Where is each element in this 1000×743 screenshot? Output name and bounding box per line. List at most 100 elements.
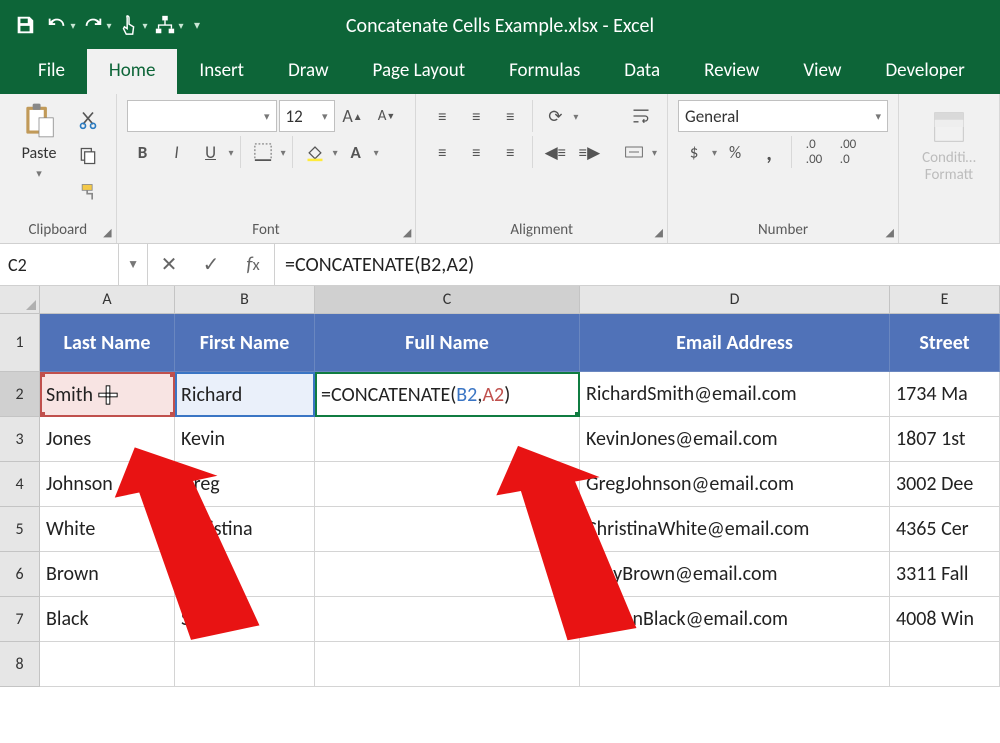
cell[interactable]: Johnson [40, 462, 175, 507]
cell[interactable] [315, 597, 580, 642]
cell-a2[interactable]: Smith [40, 372, 175, 417]
col-header-d[interactable]: D [580, 286, 890, 313]
row-header-1[interactable]: 1 [0, 314, 40, 372]
cell[interactable]: Sharon [175, 597, 315, 642]
tab-data[interactable]: Data [602, 49, 682, 94]
underline-button[interactable]: U [195, 136, 227, 168]
cell[interactable]: 4008 Win [890, 597, 1000, 642]
undo-icon[interactable] [44, 8, 78, 42]
format-painter-icon[interactable] [72, 176, 104, 208]
cell[interactable]: AmyBrown@email.com [580, 552, 890, 597]
enter-formula-icon[interactable]: ✓ [190, 244, 232, 285]
cell[interactable]: White [40, 507, 175, 552]
font-name-combo[interactable]: ▾ [127, 100, 277, 132]
cell-d2[interactable]: RichardSmith@email.com [580, 372, 890, 417]
align-right-icon[interactable]: ≡ [494, 136, 526, 168]
bold-button[interactable]: B [127, 136, 159, 168]
decrease-indent-icon[interactable]: ◀≡ [539, 136, 571, 168]
touch-mode-icon[interactable] [116, 8, 150, 42]
cell[interactable] [890, 642, 1000, 687]
cut-icon[interactable] [72, 104, 104, 136]
row-header[interactable]: 6 [0, 552, 40, 597]
align-top-icon[interactable]: ≡ [426, 100, 458, 132]
tab-formulas[interactable]: Formulas [487, 49, 602, 94]
cell[interactable]: 3002 Dee [890, 462, 1000, 507]
cell[interactable]: 4365 Cer [890, 507, 1000, 552]
cell-b2[interactable]: Richard [175, 372, 315, 417]
dialog-launcher-icon[interactable]: ◢ [403, 226, 411, 239]
cell[interactable]: ChristinaWhite@email.com [580, 507, 890, 552]
header-email[interactable]: Email Address [580, 314, 890, 372]
increase-decimal-icon[interactable]: .0.00 [798, 136, 830, 168]
cell[interactable]: 3311 Fall [890, 552, 1000, 597]
orientation-icon[interactable]: ⟳ [539, 100, 571, 132]
col-header-c[interactable]: C [315, 286, 580, 313]
row-header[interactable]: 5 [0, 507, 40, 552]
font-color-icon[interactable]: A [340, 136, 372, 168]
cell[interactable]: Christina [175, 507, 315, 552]
row-header[interactable]: 3 [0, 417, 40, 462]
cell[interactable]: KevinJones@email.com [580, 417, 890, 462]
header-last-name[interactable]: Last Name [40, 314, 175, 372]
increase-font-icon[interactable]: A▲ [337, 100, 369, 132]
wrap-text-icon[interactable] [625, 100, 657, 132]
cell[interactable]: GregJohnson@email.com [580, 462, 890, 507]
tab-review[interactable]: Review [682, 49, 781, 94]
cell[interactable] [315, 462, 580, 507]
chevron-down-icon[interactable]: ▼ [118, 244, 139, 285]
tab-page-layout[interactable]: Page Layout [351, 49, 488, 94]
row-header[interactable]: 8 [0, 642, 40, 687]
cell[interactable] [580, 642, 890, 687]
fx-icon[interactable]: fx [232, 244, 274, 285]
currency-icon[interactable]: $ [678, 136, 710, 168]
align-middle-icon[interactable]: ≡ [460, 100, 492, 132]
formula-input[interactable]: =CONCATENATE(B2,A2) [275, 244, 1000, 285]
align-center-icon[interactable]: ≡ [460, 136, 492, 168]
merge-center-icon[interactable] [618, 136, 650, 168]
header-street[interactable]: Street [890, 314, 1000, 372]
cell[interactable] [315, 417, 580, 462]
paste-button[interactable]: Paste ▾ [10, 100, 68, 217]
tab-view[interactable]: View [781, 49, 863, 94]
italic-button[interactable]: I [161, 136, 193, 168]
copy-icon[interactable] [72, 140, 104, 172]
increase-indent-icon[interactable]: ≡▶ [573, 136, 605, 168]
percent-icon[interactable]: % [719, 136, 751, 168]
cell[interactable]: Jones [40, 417, 175, 462]
cell[interactable]: Kevin [175, 417, 315, 462]
cell[interactable] [315, 642, 580, 687]
border-icon[interactable] [247, 136, 279, 168]
redo-icon[interactable] [80, 8, 114, 42]
dialog-launcher-icon[interactable]: ◢ [655, 226, 663, 239]
font-size-combo[interactable]: 12▾ [279, 100, 335, 132]
qat-customize-icon[interactable]: ▾ [188, 8, 206, 42]
tab-home[interactable]: Home [87, 49, 178, 94]
tab-draw[interactable]: Draw [266, 49, 350, 94]
col-header-a[interactable]: A [40, 286, 175, 313]
cell[interactable]: Brown [40, 552, 175, 597]
cell[interactable]: Black [40, 597, 175, 642]
select-all-corner[interactable] [0, 286, 40, 313]
dialog-launcher-icon[interactable]: ◢ [886, 226, 894, 239]
tab-developer[interactable]: Developer [863, 49, 986, 94]
cell[interactable] [40, 642, 175, 687]
row-header[interactable]: 4 [0, 462, 40, 507]
cell-e2[interactable]: 1734 Ma [890, 372, 1000, 417]
save-icon[interactable] [8, 8, 42, 42]
comma-icon[interactable]: , [753, 136, 785, 168]
cancel-formula-icon[interactable]: ✕ [148, 244, 190, 285]
fill-color-icon[interactable] [299, 136, 331, 168]
row-header-2[interactable]: 2 [0, 372, 40, 417]
cell[interactable] [175, 642, 315, 687]
col-header-e[interactable]: E [890, 286, 1000, 313]
col-header-b[interactable]: B [175, 286, 315, 313]
tab-file[interactable]: File [16, 49, 87, 94]
cell[interactable] [315, 507, 580, 552]
align-bottom-icon[interactable]: ≡ [494, 100, 526, 132]
conditional-formatting-button[interactable]: Conditi…Formatt [909, 106, 989, 183]
dialog-launcher-icon[interactable]: ◢ [103, 226, 111, 239]
cell[interactable]: Greg [175, 462, 315, 507]
align-left-icon[interactable]: ≡ [426, 136, 458, 168]
row-header[interactable]: 7 [0, 597, 40, 642]
tab-insert[interactable]: Insert [177, 49, 266, 94]
